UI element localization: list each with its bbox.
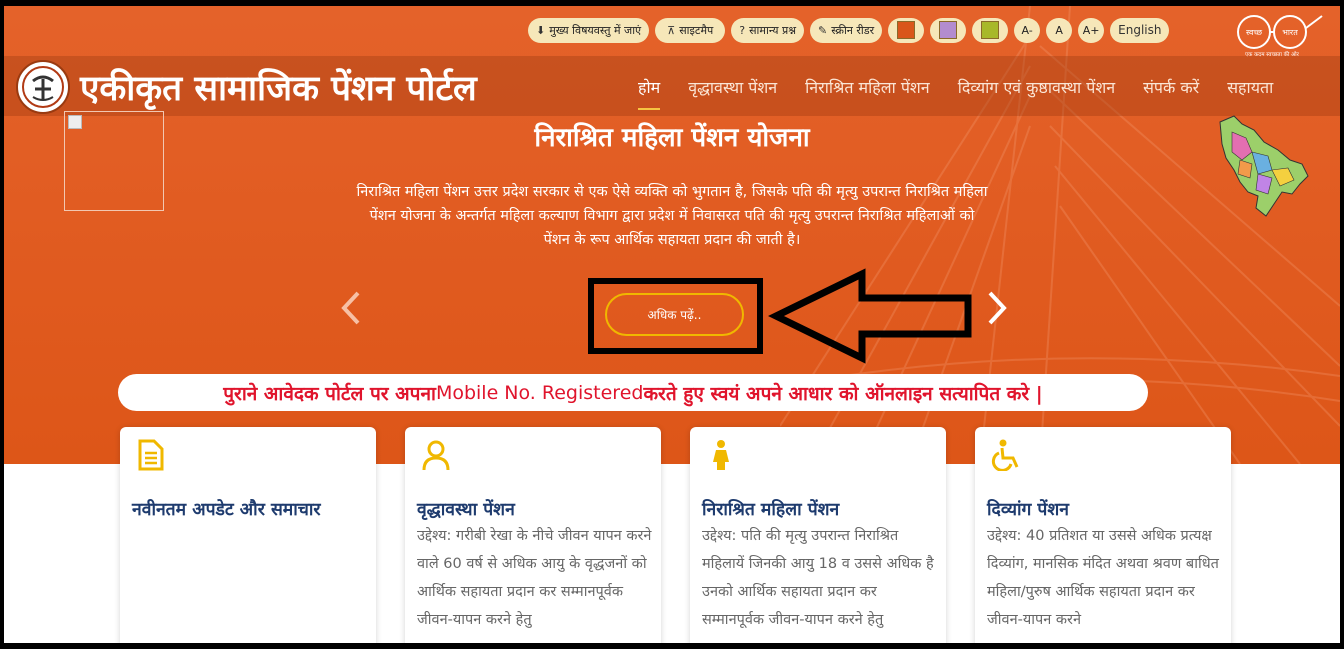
down-arrow-icon: ⬇ [536,23,546,37]
sitemap-icon: ⊼ [667,23,676,37]
slide-description: निराश्रित महिला पेंशन उत्तर प्रदेश सरकार… [356,184,988,248]
nav-destitute-women-pension[interactable]: निराश्रित महिला पेंशन [791,76,944,98]
screen-reader-label: स्क्रीन रीडर [831,23,875,37]
card-body: उद्देश्य: गरीबी रेखा के नीचे जीवन यापन क… [417,528,652,628]
sitemap-label: साइटमैप [679,23,714,37]
woman-icon [713,440,729,470]
nav-disability-pension[interactable]: दिव्यांग एवं कुष्ठावस्था पेंशन [944,76,1129,98]
read-more-button[interactable]: अधिक पढ़ें.. [605,293,744,336]
slide-title: निराश्रित महिला पेंशन योजना [534,123,810,153]
faq-label: सामान्य प्रश्न [749,23,796,37]
site-title[interactable]: एकीकृत सामाजिक पेंशन पोर्टल [80,64,477,111]
card-title: वृद्धावस्था पेंशन [417,500,515,520]
user-icon [422,440,450,471]
carousel-prev-chevron-icon[interactable] [336,290,366,326]
nav-contact[interactable]: संपर्क करें [1129,76,1213,98]
card-title: नवीनतम अपडेट और समाचार [132,500,321,520]
accessibility-bar: ⬇ मुख्य विषयवस्तु में जाएं ⊼ साइटमैप ? स… [528,17,1170,43]
sitemap-button[interactable]: ⊼ साइटमैप [655,17,726,43]
annotation-arrow-icon [768,268,972,364]
wheelchair-icon [991,439,1019,471]
theme-orange-button[interactable] [888,17,925,43]
swachh-left-word: स्वच्छ [1246,28,1263,37]
question-icon: ? [739,23,746,37]
theme-orange-swatch [897,21,916,39]
notice-part-2: Mobile No. Registered [435,381,644,404]
font-normal-button[interactable]: A [1046,17,1073,43]
nav-old-age-pension[interactable]: वृद्धावस्था पेंशन [674,76,791,98]
theme-green-button[interactable] [972,17,1009,43]
card-title: दिव्यांग पेंशन [987,500,1069,520]
font-decrease-button[interactable]: A- [1014,17,1041,43]
notice-part-1: पुराने आवेदक पोर्टल पर अपना [223,382,436,405]
card-old-age-pension[interactable]: वृद्धावस्था पेंशन उद्देश्य: गरीबी रेखा क… [405,427,661,643]
swachh-right-word: भारत [1282,28,1298,37]
font-increase-button[interactable]: A+ [1078,17,1105,43]
language-toggle-button[interactable]: English [1110,17,1170,43]
document-icon [138,439,164,471]
emblem-icon [22,66,64,108]
card-disability-pension[interactable]: दिव्यांग पेंशन उद्देश्य: 40 प्रतिशत या उ… [975,427,1231,643]
swachh-bharat-logo: स्वच्छ भारत एक कदम स्वच्छता की ओर [1237,15,1323,58]
notice-part-3: करते हुए स्वयं अपने आधार को ऑनलाइन सत्या… [643,382,1043,405]
skip-to-main-button[interactable]: ⬇ मुख्य विषयवस्तु में जाएं [528,17,650,43]
up-govt-emblem-logo[interactable] [16,60,70,114]
skip-to-main-label: मुख्य विषयवस्तु में जाएं [549,23,642,37]
theme-purple-swatch [939,21,958,39]
card-destitute-women-pension[interactable]: निराश्रित महिला पेंशन उद्देश्य: पति की म… [690,427,946,643]
card-body: उद्देश्य: 40 प्रतिशत या उससे अधिक प्रत्य… [987,528,1219,628]
aadhaar-verification-notice[interactable]: पुराने आवेदक पोर्टल पर अपना Mobile No. R… [118,374,1148,411]
carousel-next-chevron-icon[interactable] [982,290,1012,326]
theme-purple-button[interactable] [930,17,967,43]
page-frame: ⬇ मुख्य विषयवस्तु में जाएं ⊼ साइटमैप ? स… [4,6,1340,643]
nav-help[interactable]: सहायता [1213,76,1287,98]
main-nav: होम वृद्धावस्था पेंशन निराश्रित महिला पे… [624,76,1287,110]
faq-button[interactable]: ? सामान्य प्रश्न [731,17,804,43]
card-body: उद्देश्य: पति की मृत्यु उपरान्त निराश्रि… [702,528,934,628]
card-title: निराश्रित महिला पेंशन [702,500,840,520]
theme-green-swatch [981,21,1000,39]
screen-reader-icon: ✎ [818,23,828,37]
screen-reader-button[interactable]: ✎ स्क्रीन रीडर [810,17,883,43]
nav-home[interactable]: होम [624,76,674,110]
card-latest-updates[interactable]: नवीनतम अपडेट और समाचार [120,427,376,643]
